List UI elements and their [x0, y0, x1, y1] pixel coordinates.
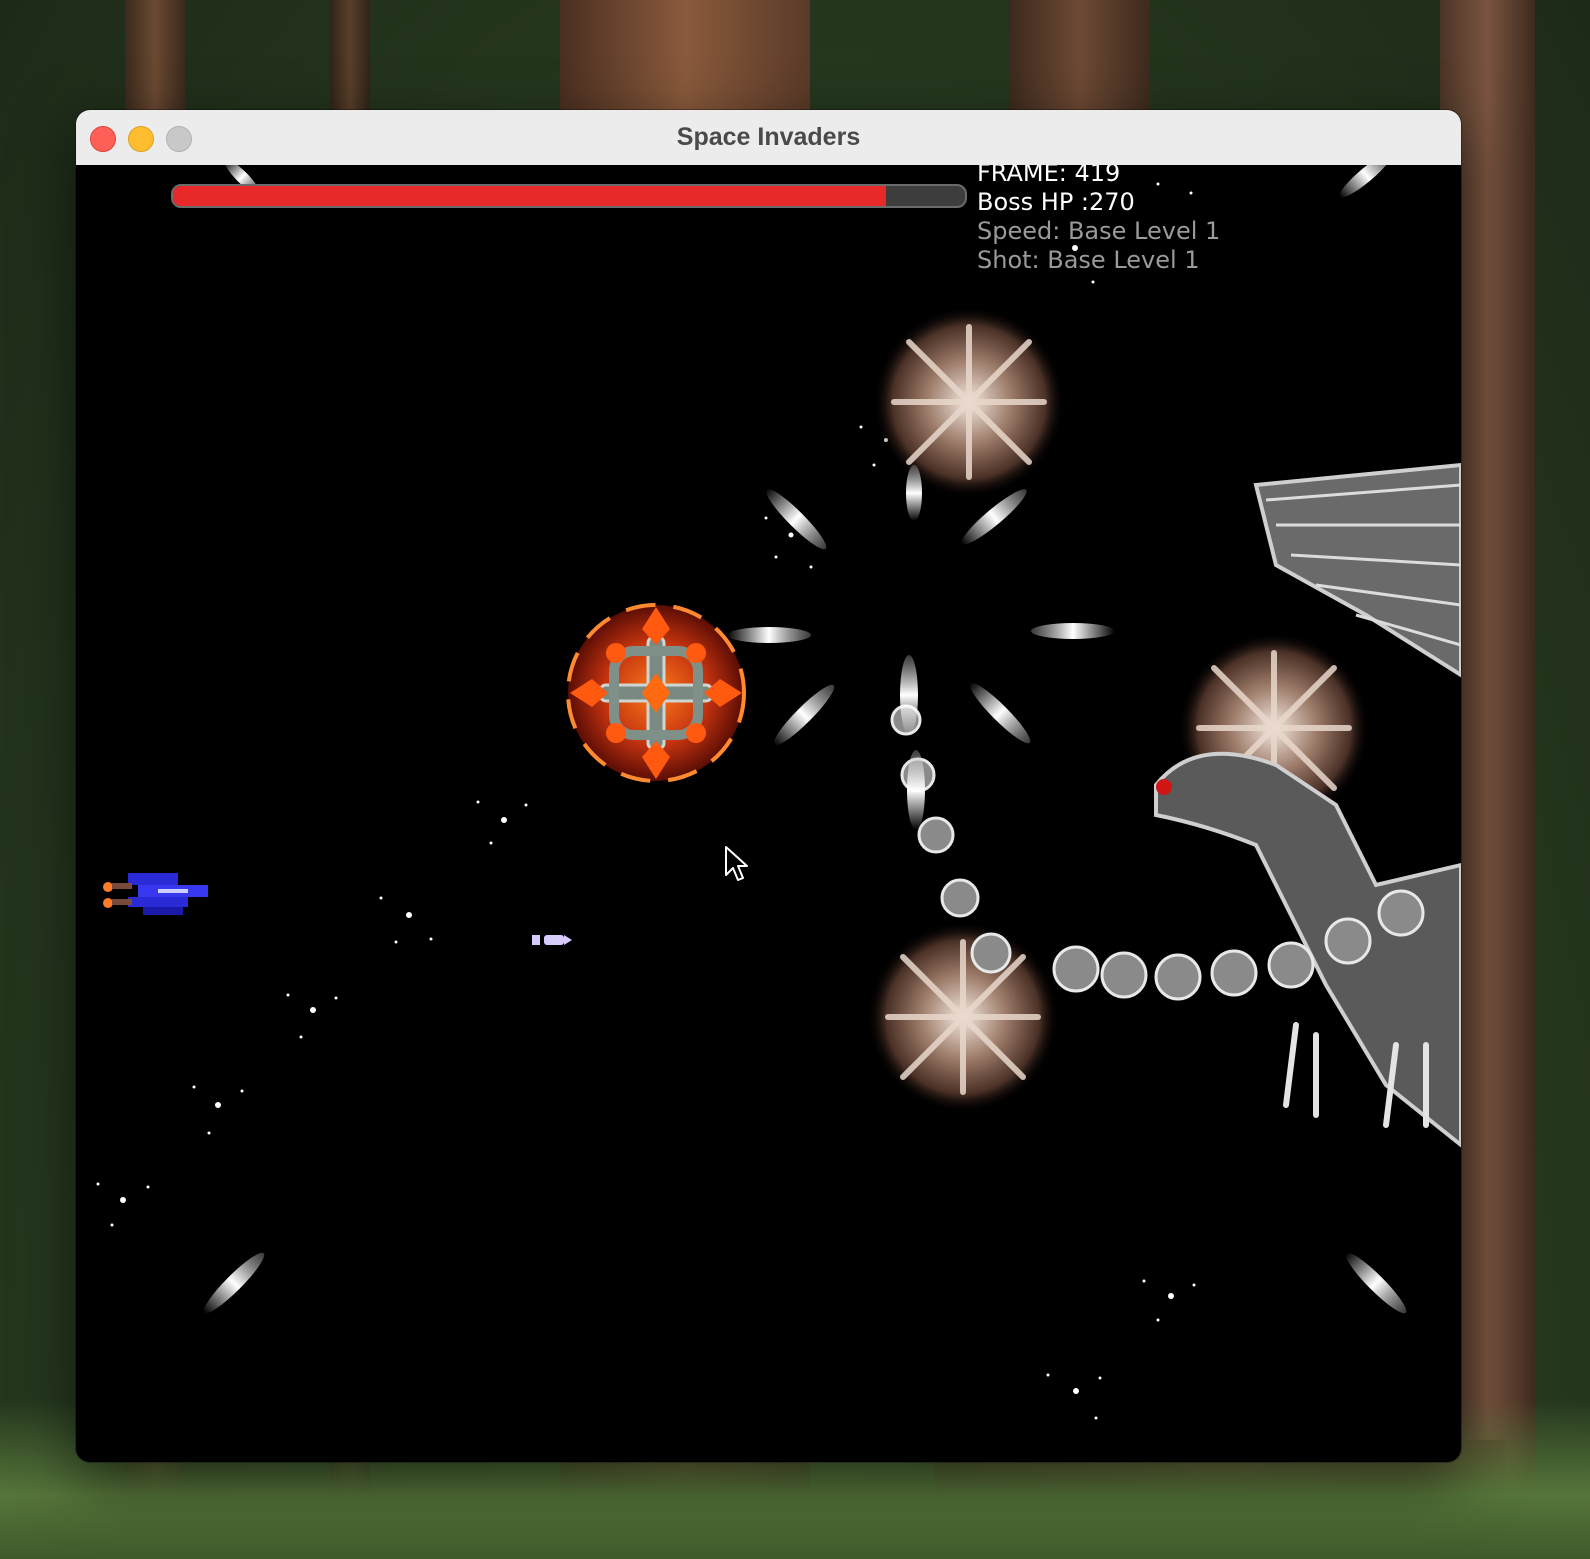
game-window: Space Invaders FRAME: 419 Boss HP:270 S… [76, 110, 1461, 1462]
player-bullet-icon [532, 935, 572, 945]
star [774, 555, 778, 559]
game-canvas[interactable]: FRAME: 419 Boss HP :270 Speed: Base Leve… [76, 165, 1461, 1462]
tail-segment [1052, 945, 1100, 993]
star [310, 1007, 316, 1013]
star [1192, 1283, 1196, 1287]
boss-hp-fill [173, 186, 886, 206]
star [1156, 1318, 1160, 1322]
star [286, 993, 290, 997]
tail-segment [1100, 951, 1148, 999]
star [394, 940, 398, 944]
blade-projectile-icon [1345, 1252, 1407, 1314]
star [501, 817, 507, 823]
star [1073, 1388, 1079, 1394]
star [809, 565, 813, 569]
speed-level-text: Speed: Base Level 1 [977, 217, 1221, 245]
blade-projectile-icon [727, 627, 811, 643]
star [764, 516, 768, 520]
title-bar[interactable]: Space Invaders [76, 110, 1461, 166]
tail-segment [1377, 889, 1425, 937]
star [334, 996, 338, 1000]
star [872, 463, 876, 467]
star [1094, 1416, 1098, 1420]
boss-hp-bar [171, 184, 967, 208]
spiked-mine-icon [873, 306, 1065, 498]
star [1098, 1376, 1102, 1380]
blade-projectile-icon [900, 655, 918, 735]
tail-segment [970, 932, 1012, 974]
star [489, 841, 493, 845]
blade-projectile-icon [203, 1252, 265, 1314]
blade-projectile-icon [969, 682, 1031, 744]
blade-projectile-icon [906, 465, 922, 521]
star [192, 1085, 196, 1089]
blade-projectile-icon [1031, 623, 1115, 639]
star [788, 532, 794, 538]
fire-orb-icon [566, 603, 746, 783]
boss-hp-text: Boss HP :270 [977, 188, 1135, 216]
tail-segment [940, 878, 980, 918]
tail-segment [1154, 953, 1202, 1001]
blade-projectile-icon [773, 684, 835, 746]
star [110, 1223, 114, 1227]
star [859, 425, 863, 429]
frame-counter: FRAME: 419 [977, 165, 1121, 187]
player-ship-icon [103, 873, 208, 915]
star [96, 1182, 100, 1186]
star [215, 1102, 221, 1108]
tail-segment [1210, 949, 1258, 997]
star [1142, 1279, 1146, 1283]
star [240, 1089, 244, 1093]
star [146, 1185, 150, 1189]
tail-segment [917, 816, 955, 854]
star [406, 912, 412, 918]
star [476, 800, 480, 804]
game-scene [96, 165, 1461, 1420]
star [524, 803, 528, 807]
star [379, 896, 383, 900]
window-title: Space Invaders [676, 123, 861, 151]
tail-segment [1324, 917, 1372, 965]
star [1168, 1293, 1174, 1299]
blade-projectile-icon [765, 488, 827, 550]
spiked-mine-icon [867, 921, 1059, 1113]
shot-level-text: Shot: Base Level 1 [977, 246, 1200, 274]
mouse-pointer-icon [725, 846, 748, 881]
star [207, 1131, 211, 1135]
blade-projectile-icon [1339, 165, 1393, 198]
star [1091, 280, 1095, 284]
tail-segment [1267, 941, 1315, 989]
star [120, 1197, 126, 1203]
star [299, 1035, 303, 1039]
blade-projectile-icon [907, 750, 925, 830]
star [1046, 1373, 1050, 1377]
star [429, 937, 433, 941]
hud: FRAME: 419 Boss HP :270 Speed: Base Leve… [977, 165, 1220, 275]
